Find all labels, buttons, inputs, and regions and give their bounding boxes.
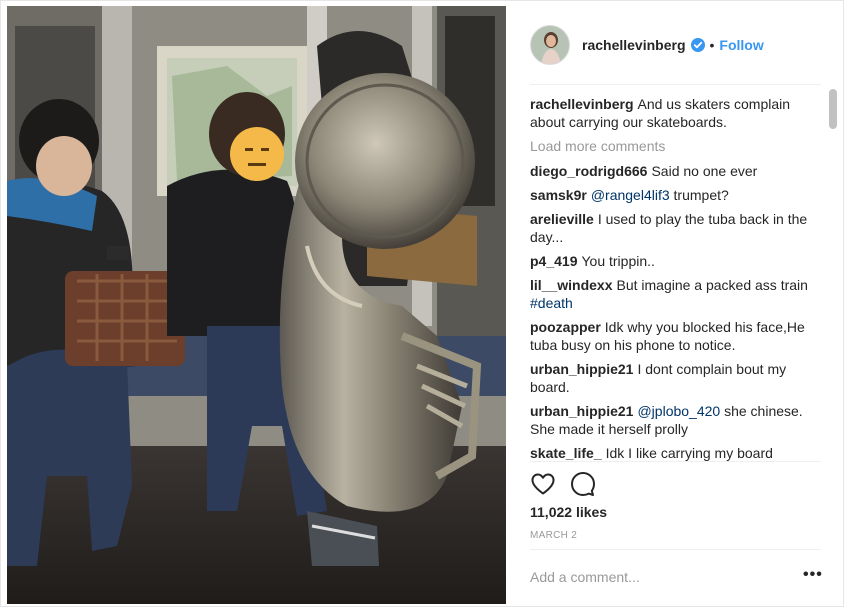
post-panel: rachellevinberg • Follow rachellevinberg… — [507, 1, 844, 607]
comment-hashtag[interactable]: #death — [530, 295, 573, 311]
divider — [530, 461, 821, 462]
comment-item: urban_hippie21 @jplobo_420 she chinese. S… — [530, 402, 821, 438]
comment-username[interactable]: p4_419 — [530, 253, 577, 269]
instagram-post: rachellevinberg • Follow rachellevinberg… — [0, 0, 844, 607]
post-photo[interactable] — [7, 6, 506, 604]
comment-bubble-icon[interactable] — [570, 471, 596, 497]
comments-list[interactable]: rachellevinberg And us skaters complain a… — [530, 95, 821, 461]
comment-username[interactable]: urban_hippie21 — [530, 403, 633, 419]
follow-button[interactable]: Follow — [719, 37, 763, 53]
comment-text: But imagine a packed ass train — [616, 277, 808, 293]
post-date[interactable]: MARCH 2 — [530, 530, 577, 541]
comment-mention[interactable]: @rangel4lif3 — [591, 187, 670, 203]
comment-username[interactable]: skate_life_ — [530, 445, 602, 461]
avatar-image — [531, 26, 569, 64]
comment-username[interactable]: lil__windexx — [530, 277, 612, 293]
verified-badge-icon — [690, 38, 705, 52]
comment-username[interactable]: samsk9r — [530, 187, 587, 203]
caption-username[interactable]: rachellevinberg — [530, 96, 634, 112]
caption: rachellevinberg And us skaters complain a… — [530, 95, 821, 131]
heart-icon[interactable] — [530, 471, 556, 497]
comment-item: poozapper Idk why you blocked his face,He… — [530, 318, 821, 354]
separator-dot: • — [709, 37, 715, 53]
post-header: rachellevinberg • Follow — [530, 23, 820, 67]
more-options-icon[interactable]: ••• — [803, 567, 823, 583]
comment-text: trumpet? — [669, 187, 729, 203]
comment-text: Said no one ever — [651, 163, 758, 179]
divider — [530, 84, 821, 85]
add-comment-input[interactable] — [530, 566, 780, 588]
header-username[interactable]: rachellevinberg — [582, 37, 686, 53]
divider — [530, 549, 821, 550]
comment-text: Idk I like carrying my board — [605, 445, 773, 461]
comment-username[interactable]: arelieville — [530, 211, 594, 227]
comment-username[interactable]: poozapper — [530, 319, 601, 335]
comment-username[interactable]: urban_hippie21 — [530, 361, 633, 377]
load-more-comments-link[interactable]: Load more comments — [530, 137, 821, 155]
comment-item: skate_life_ Idk I like carrying my board — [530, 444, 821, 461]
comments-scrollbar[interactable] — [829, 89, 837, 129]
comment-item: samsk9r @rangel4lif3 trumpet? — [530, 186, 821, 204]
comment-item: lil__windexx But imagine a packed ass tra… — [530, 276, 821, 312]
subway-tuba-photo — [7, 6, 506, 604]
action-bar — [530, 471, 610, 497]
comment-item: p4_419 You trippin.. — [530, 252, 821, 270]
comment-mention[interactable]: @jplobo_420 — [637, 403, 720, 419]
comment-username[interactable]: diego_rodrigd666 — [530, 163, 647, 179]
comment-item: diego_rodrigd666 Said no one ever — [530, 162, 821, 180]
comment-item: arelieville I used to play the tuba back … — [530, 210, 821, 246]
likes-count[interactable]: 11,022 likes — [530, 504, 607, 520]
avatar[interactable] — [530, 25, 570, 65]
comment-item: urban_hippie21 I dont complain bout my bo… — [530, 360, 821, 396]
comment-text: You trippin.. — [581, 253, 655, 269]
